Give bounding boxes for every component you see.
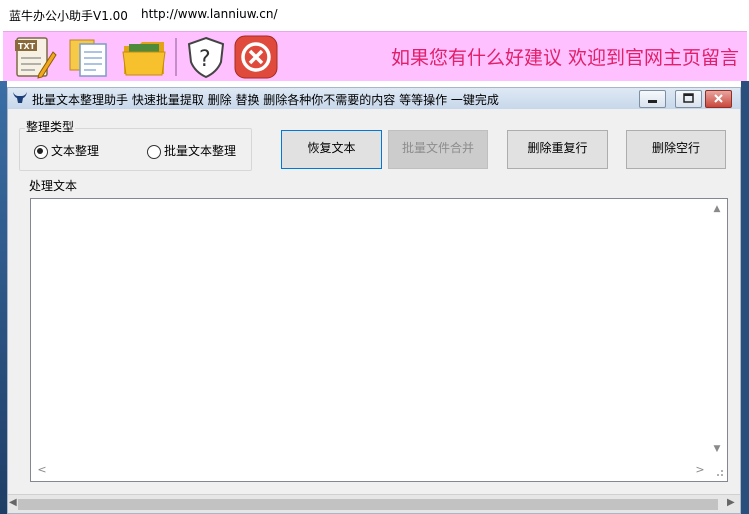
- batch-text-window: 批量文本整理助手 快速批量提取 删除 替换 删除各种你不需要的内容 等等操作 一…: [7, 87, 741, 514]
- scroll-left-arrow[interactable]: <: [36, 464, 48, 476]
- svg-text:?: ?: [199, 47, 211, 72]
- window-horizontal-scrollbar[interactable]: ◀ ▶: [8, 494, 740, 513]
- main-toolbar: TXT ? 如果您有什么好建议 欢迎到官网主页留言: [3, 31, 747, 81]
- scroll-down-arrow[interactable]: ▼: [711, 443, 723, 455]
- txt-notepad-icon[interactable]: TXT: [11, 34, 57, 80]
- promo-text: 如果您有什么好建议 欢迎到官网主页留言: [390, 47, 739, 69]
- outer-titlebar: 蓝牛办公小助手V1.00 http://www.lanniuw.cn/: [0, 0, 749, 31]
- radio-text-organize-label[interactable]: 文本整理: [51, 142, 99, 159]
- inner-titlebar[interactable]: 批量文本整理助手 快速批量提取 删除 替换 删除各种你不需要的内容 等等操作 一…: [8, 88, 740, 109]
- batch-merge-button[interactable]: 批量文件合并: [388, 130, 488, 169]
- window-title: 批量文本整理助手 快速批量提取 删除 替换 删除各种你不需要的内容 等等操作 一…: [32, 93, 499, 107]
- close-circle-icon[interactable]: [233, 34, 279, 80]
- svg-text:TXT: TXT: [18, 42, 36, 51]
- window-scroll-right-arrow[interactable]: ▶: [727, 497, 735, 508]
- minimize-button[interactable]: [639, 90, 666, 108]
- maximize-button[interactable]: [675, 90, 702, 108]
- window-scroll-left-arrow[interactable]: ◀: [9, 497, 17, 508]
- radio-text-organize[interactable]: [34, 145, 48, 159]
- documents-icon[interactable]: [66, 34, 112, 80]
- remove-blank-lines-button[interactable]: 删除空行: [626, 130, 726, 169]
- radio-batch-organize[interactable]: [147, 145, 161, 159]
- help-shield-icon[interactable]: ?: [183, 34, 229, 80]
- toolbar-separator: [175, 38, 177, 76]
- app-title: 蓝牛办公小助手V1.00: [9, 9, 128, 23]
- website-url: http://www.lanniuw.cn/: [141, 7, 278, 21]
- restore-text-button[interactable]: 恢复文本: [281, 130, 382, 169]
- desktop-background-right: [741, 81, 749, 514]
- radio-batch-organize-label[interactable]: 批量文本整理: [164, 142, 236, 159]
- scroll-right-arrow[interactable]: >: [694, 464, 706, 476]
- bull-logo-icon: [12, 91, 28, 105]
- remove-duplicate-lines-button[interactable]: 删除重复行: [507, 130, 608, 169]
- close-button[interactable]: [705, 90, 732, 108]
- resize-grip-icon[interactable]: [712, 465, 724, 477]
- process-text-label: 处理文本: [29, 179, 78, 193]
- scroll-up-arrow[interactable]: ▲: [711, 203, 723, 215]
- folder-icon[interactable]: [121, 34, 167, 80]
- process-text-area[interactable]: [30, 198, 728, 482]
- window-scroll-thumb[interactable]: [18, 499, 718, 510]
- group-label: 整理类型: [25, 118, 76, 135]
- desktop-background-left: [0, 81, 7, 514]
